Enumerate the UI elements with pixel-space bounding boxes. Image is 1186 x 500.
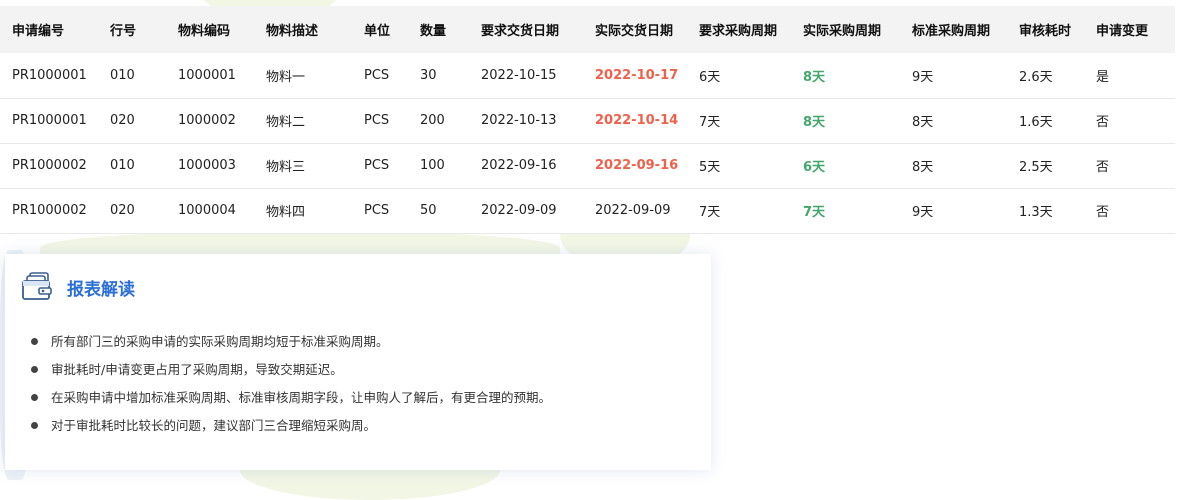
- bullet-icon: [31, 338, 38, 345]
- cell-actual-cycle: 6天: [803, 160, 826, 175]
- cell-required-cycle: 7天: [699, 115, 721, 130]
- list-item: 审批耗时/申请变更占用了采购周期，导致交期延迟。: [29, 356, 551, 384]
- bullet-icon: [31, 366, 38, 373]
- column-header-unit[interactable]: 单位: [364, 6, 420, 53]
- cell-quantity: 200: [420, 113, 445, 128]
- cell-material-code: 1000004: [178, 203, 236, 218]
- interpretation-list: 所有部门三的采购申请的实际采购周期均短于标准采购周期。 审批耗时/申请变更占用了…: [29, 328, 551, 440]
- cell-actual-delivery-date: 2022-10-14: [595, 113, 679, 128]
- table-row[interactable]: PR1000002 020 1000004 物料四 PCS 50 2022-09…: [0, 188, 1175, 233]
- document-stack-icon: [21, 270, 55, 304]
- cell-request-change: 否: [1096, 160, 1110, 175]
- list-item-text: 在采购申请中增加标准采购周期、标准审核周期字段，让申购人了解后，有更合理的预期。: [51, 390, 552, 405]
- cell-required-cycle: 6天: [699, 69, 721, 85]
- cell-standard-cycle: 8天: [912, 115, 934, 130]
- column-header-actual-delivery-date[interactable]: 实际交货日期: [595, 6, 699, 53]
- cell-actual-delivery-date: 2022-10-17: [595, 67, 679, 83]
- bullet-icon: [31, 422, 38, 429]
- cell-unit: PCS: [364, 113, 390, 128]
- cell-required-delivery-date: 2022-09-16: [481, 158, 557, 173]
- cell-material-code: 1000002: [178, 113, 236, 128]
- cell-review-time: 2.6天: [1019, 69, 1053, 85]
- cell-required-cycle: 7天: [699, 205, 721, 220]
- cell-unit: PCS: [364, 158, 390, 173]
- cell-quantity: 50: [420, 203, 437, 218]
- table-row[interactable]: PR1000001 010 1000001 物料一 PCS 30 2022-10…: [0, 53, 1175, 98]
- bullet-icon: [31, 394, 38, 401]
- column-header-review-time[interactable]: 审核耗时: [1019, 6, 1096, 53]
- panel-header: 报表解读: [21, 270, 135, 304]
- cell-material-code: 1000003: [178, 158, 236, 173]
- cell-line-no: 010: [110, 158, 135, 173]
- list-item: 对于审批耗时比较长的问题，建议部门三合理缩短采购周。: [29, 412, 551, 440]
- column-header-required-delivery-date[interactable]: 要求交货日期: [481, 6, 595, 53]
- cell-request-change: 否: [1096, 115, 1110, 130]
- cell-quantity: 30: [420, 67, 437, 83]
- cell-standard-cycle: 9天: [912, 205, 934, 220]
- table-row[interactable]: PR1000001 020 1000002 物料二 PCS 200 2022-1…: [0, 98, 1175, 143]
- cell-required-cycle: 5天: [699, 160, 721, 175]
- report-interpretation-panel: 报表解读 所有部门三的采购申请的实际采购周期均短于标准采购周期。 审批耗时/申请…: [5, 254, 711, 470]
- cell-actual-cycle: 7天: [803, 205, 826, 220]
- cell-required-delivery-date: 2022-10-15: [481, 67, 557, 83]
- cell-required-delivery-date: 2022-10-13: [481, 113, 557, 128]
- cell-review-time: 2.5天: [1019, 160, 1053, 175]
- cell-unit: PCS: [364, 67, 390, 83]
- cell-review-time: 1.3天: [1019, 205, 1053, 220]
- purchase-request-table: 申请编号 行号 物料编码 物料描述 单位 数量 要求交货日期 实际交货日期 要求…: [0, 6, 1175, 234]
- cell-quantity: 100: [420, 158, 445, 173]
- cell-request-change: 是: [1096, 69, 1110, 85]
- list-item: 在采购申请中增加标准采购周期、标准审核周期字段，让申购人了解后，有更合理的预期。: [29, 384, 551, 412]
- cell-standard-cycle: 8天: [912, 160, 934, 175]
- cell-material-desc: 物料四: [266, 205, 306, 220]
- cell-request-change: 否: [1096, 205, 1110, 220]
- panel-title: 报表解读: [67, 279, 135, 300]
- list-item-text: 对于审批耗时比较长的问题，建议部门三合理缩短采购周。: [51, 418, 377, 433]
- cell-request-no: PR1000002: [12, 203, 87, 218]
- cell-request-no: PR1000001: [12, 67, 87, 83]
- table-header-row: 申请编号 行号 物料编码 物料描述 单位 数量 要求交货日期 实际交货日期 要求…: [0, 6, 1175, 53]
- column-header-request-no[interactable]: 申请编号: [0, 6, 110, 53]
- cell-actual-cycle: 8天: [803, 69, 826, 85]
- cell-review-time: 1.6天: [1019, 115, 1053, 130]
- column-header-request-change[interactable]: 申请变更: [1096, 6, 1175, 53]
- cell-actual-cycle: 8天: [803, 115, 826, 130]
- cell-material-desc: 物料二: [266, 115, 306, 130]
- cell-line-no: 020: [110, 113, 135, 128]
- cell-material-desc: 物料三: [266, 160, 306, 175]
- cell-request-no: PR1000001: [12, 113, 87, 128]
- column-header-line-no[interactable]: 行号: [110, 6, 178, 53]
- column-header-actual-cycle[interactable]: 实际采购周期: [803, 6, 912, 53]
- cell-request-no: PR1000002: [12, 158, 87, 173]
- column-header-quantity[interactable]: 数量: [420, 6, 481, 53]
- cell-actual-delivery-date: 2022-09-16: [595, 158, 679, 173]
- column-header-standard-cycle[interactable]: 标准采购周期: [912, 6, 1019, 53]
- cell-line-no: 010: [110, 67, 135, 83]
- cell-standard-cycle: 9天: [912, 69, 934, 85]
- list-item: 所有部门三的采购申请的实际采购周期均短于标准采购周期。: [29, 328, 551, 356]
- cell-line-no: 020: [110, 203, 135, 218]
- cell-unit: PCS: [364, 203, 390, 218]
- list-item-text: 审批耗时/申请变更占用了采购周期，导致交期延迟。: [51, 362, 343, 377]
- column-header-required-cycle[interactable]: 要求采购周期: [699, 6, 803, 53]
- cell-material-desc: 物料一: [266, 69, 306, 85]
- table-row[interactable]: PR1000002 010 1000003 物料三 PCS 100 2022-0…: [0, 143, 1175, 188]
- cell-required-delivery-date: 2022-09-09: [481, 203, 557, 218]
- list-item-text: 所有部门三的采购申请的实际采购周期均短于标准采购周期。: [51, 334, 389, 349]
- cell-actual-delivery-date: 2022-09-09: [595, 203, 671, 218]
- column-header-material-code[interactable]: 物料编码: [178, 6, 266, 53]
- cell-material-code: 1000001: [178, 67, 236, 83]
- column-header-material-desc[interactable]: 物料描述: [266, 6, 364, 53]
